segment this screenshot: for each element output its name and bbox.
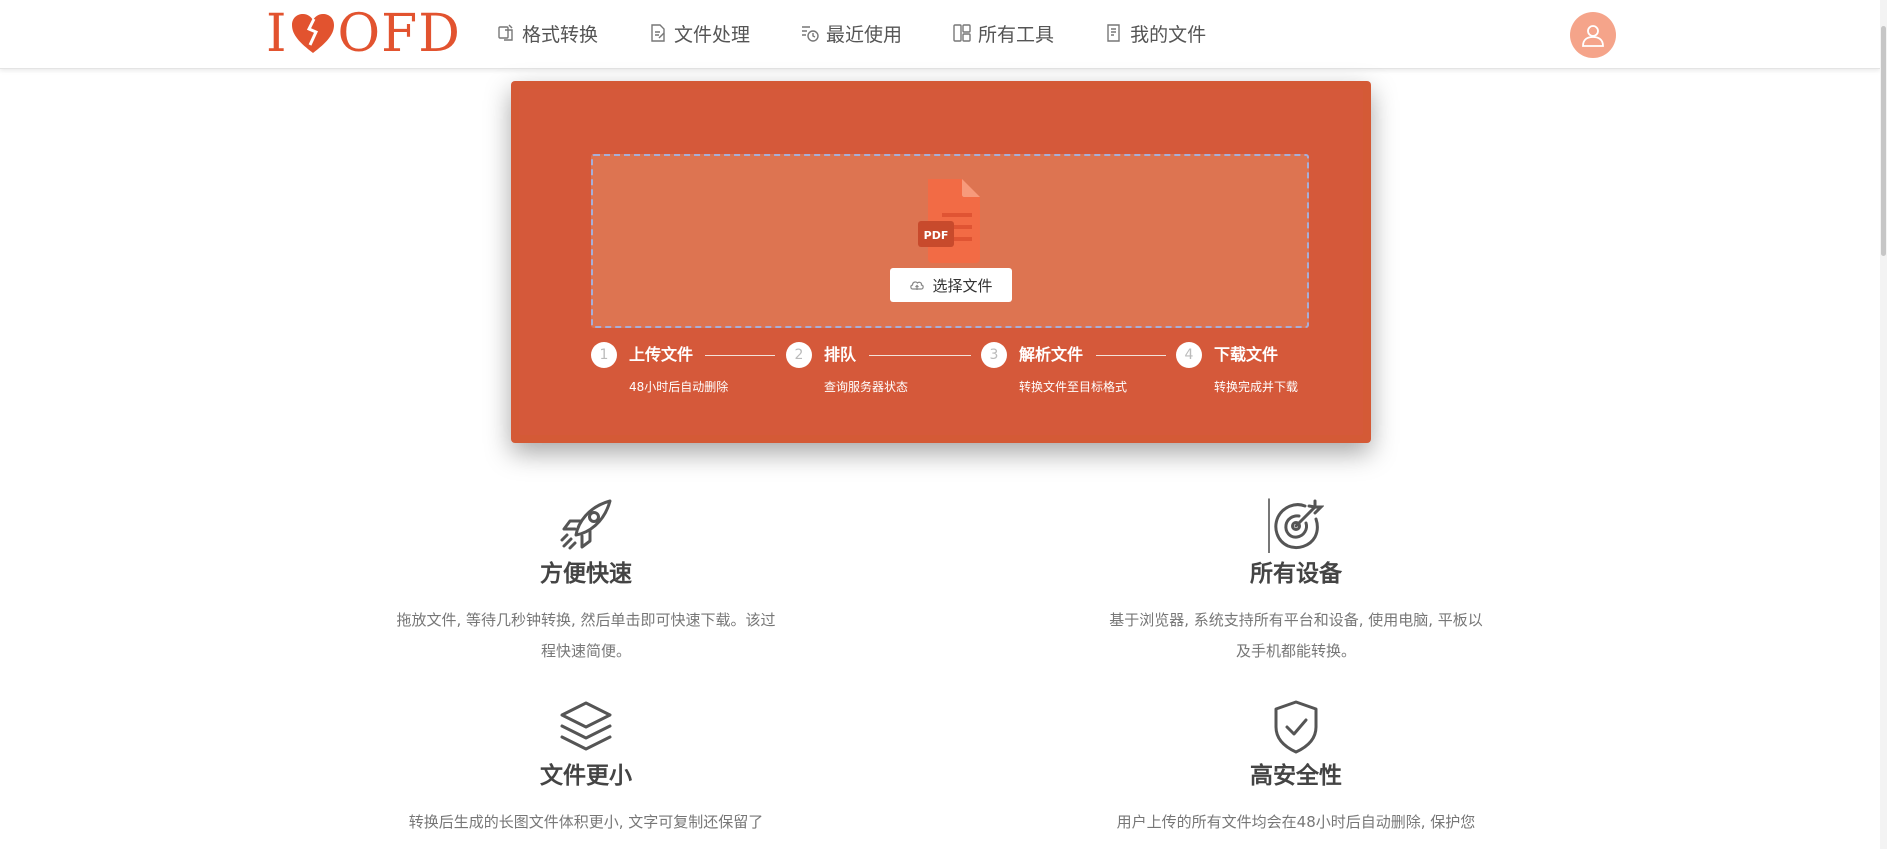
- nav-my-files[interactable]: 我的文件: [1104, 16, 1206, 50]
- upload-card: PDF 选择文件 1 上传文件 48小时后自动删除 2 排队 查询服务器状态 3…: [511, 81, 1371, 443]
- process-steps: 1 上传文件 48小时后自动删除 2 排队 查询服务器状态 3 解析文件 转换文…: [591, 342, 1311, 412]
- step-title: 下载文件: [1214, 345, 1279, 364]
- step-desc: 48小时后自动删除: [629, 380, 729, 394]
- logo-i: I: [266, 4, 288, 64]
- page-scrollbar[interactable]: [1880, 0, 1887, 849]
- ilove-ofd-logo[interactable]: I OFD: [266, 4, 461, 64]
- feature-desc: 拖放文件, 等待几秒钟转换, 然后单击即可快速下载。该过程快速简便。: [396, 611, 776, 660]
- select-file-label: 选择文件: [932, 276, 993, 295]
- user-icon: [1582, 25, 1604, 47]
- main-nav: 格式转换 文件处理 最近使用 所有工具 我的文件: [496, 16, 1256, 50]
- layers-icon: [560, 701, 612, 751]
- pdf-badge-text: PDF: [924, 229, 949, 242]
- nav-label: 文件处理: [674, 23, 751, 46]
- scrollbar-thumb[interactable]: [1881, 26, 1886, 256]
- step-desc: 转换完成并下载: [1214, 380, 1299, 394]
- step-title: 排队: [824, 345, 857, 364]
- feature-title: 文件更小: [540, 763, 632, 789]
- step-number: 3: [981, 342, 1007, 368]
- step-connector: [869, 355, 971, 356]
- broken-heart-icon: [291, 14, 334, 53]
- feature-security: 高安全性 用户上传的所有文件均会在48小时后自动删除, 保护您: [1086, 699, 1506, 838]
- feature-desc: 转换后生成的长图文件体积更小, 文字可复制还保留了: [408, 813, 764, 831]
- feature-desc: 基于浏览器, 系统支持所有平台和设备, 使用电脑, 平板以及手机都能转换。: [1109, 611, 1483, 660]
- feature-title: 方便快速: [540, 561, 632, 587]
- step-desc: 转换文件至目标格式: [1019, 380, 1128, 394]
- step-connector: [1096, 355, 1166, 356]
- feature-title: 高安全性: [1250, 763, 1342, 789]
- feature-smaller-files: 文件更小 转换后生成的长图文件体积更小, 文字可复制还保留了: [376, 699, 796, 838]
- nav-label: 最近使用: [826, 23, 903, 46]
- pdf-file-icon: PDF: [918, 179, 980, 263]
- select-file-button[interactable]: 选择文件: [890, 268, 1012, 302]
- nav-file-process[interactable]: 文件处理: [648, 16, 750, 50]
- nav-all-tools[interactable]: 所有工具: [952, 16, 1054, 50]
- step-title: 上传文件: [629, 345, 694, 364]
- file-dropzone[interactable]: PDF 选择文件: [591, 154, 1309, 328]
- nav-label: 格式转换: [522, 23, 599, 46]
- shield-check-icon: [1274, 700, 1318, 754]
- grid-icon: [953, 24, 971, 42]
- step-title: 解析文件: [1019, 345, 1084, 364]
- nav-label: 我的文件: [1130, 23, 1207, 46]
- edit-file-icon: [651, 24, 665, 42]
- feature-all-devices: 所有设备 基于浏览器, 系统支持所有平台和设备, 使用电脑, 平板以及手机都能转…: [1086, 497, 1506, 667]
- user-avatar[interactable]: [1570, 12, 1616, 58]
- cloud-upload-icon: [910, 281, 925, 290]
- nav-recent[interactable]: 最近使用: [800, 16, 902, 50]
- feature-desc: 用户上传的所有文件均会在48小时后自动删除, 保护您: [1116, 813, 1476, 831]
- recent-icon: [802, 26, 819, 42]
- step-number: 4: [1176, 342, 1202, 368]
- doc-icon: [1107, 24, 1120, 42]
- target-icon: [1268, 498, 1324, 553]
- step-number: 1: [591, 342, 617, 368]
- nav-format-convert[interactable]: 格式转换: [496, 16, 598, 50]
- feature-fast: 方便快速 拖放文件, 等待几秒钟转换, 然后单击即可快速下载。该过程快速简便。: [376, 497, 796, 667]
- top-navbar: I OFD 格式转换 文件处理 最近使用 所有工具 我的文件: [0, 0, 1880, 69]
- feature-title: 所有设备: [1250, 561, 1342, 587]
- step-desc: 查询服务器状态: [824, 380, 909, 394]
- rocket-icon: [560, 499, 612, 550]
- nav-label: 所有工具: [978, 23, 1055, 46]
- logo-text: OFD: [337, 4, 461, 64]
- step-number: 2: [786, 342, 812, 368]
- upload-card-inner: PDF 选择文件 1 上传文件 48小时后自动删除 2 排队 查询服务器状态 3…: [519, 89, 1363, 435]
- step-connector: [705, 355, 775, 356]
- convert-icon: [498, 24, 513, 41]
